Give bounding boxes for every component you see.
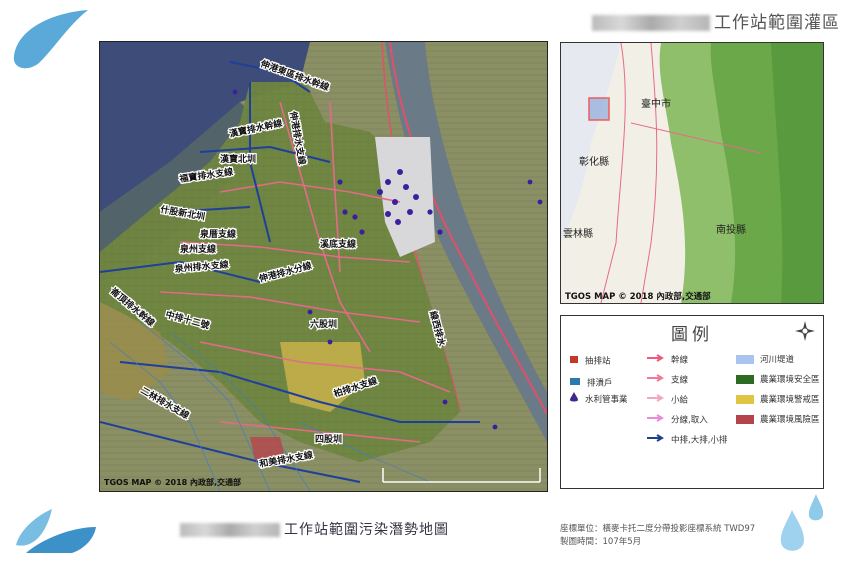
map-title: 工作站範圍污染潛勢地圖 — [180, 519, 449, 539]
redacted-name — [180, 523, 280, 537]
legend-panel: 圖例 抽排站 排潰戶 水利管事業 幹線 支線 小給 分線,取入 中排,大排,小排… — [560, 315, 824, 489]
legend-item-drop: 水利管事業 — [569, 392, 628, 407]
legend-title: 圖例 — [671, 325, 713, 345]
map-label: 漢寶北圳 — [220, 153, 256, 165]
redacted-name — [592, 15, 710, 31]
map-label: 六股圳 — [310, 318, 337, 330]
droplet-decoration-bottom-left — [16, 509, 96, 553]
legend-item-pump: 抽排站 — [569, 354, 611, 368]
swatch — [736, 395, 754, 404]
pump-station-icon — [569, 354, 579, 368]
arrow-icon — [647, 354, 665, 366]
map-copyright: TGOS MAP © 2018 內政部,交通部 — [565, 291, 711, 302]
legend-item-drain: 排潰戶 — [569, 376, 613, 390]
drain-household-icon — [569, 376, 581, 390]
map-label: 溪底支線 — [320, 238, 356, 250]
map-label: 泉厝支線 — [199, 228, 236, 240]
place-label: 南投縣 — [716, 223, 746, 236]
droplet-decoration-bottom-right — [780, 494, 824, 551]
legend-item-river: 河川堤道 — [736, 354, 794, 366]
arrow-icon — [647, 374, 665, 386]
map-label: 四股圳 — [315, 433, 342, 445]
legend-item-small: 小給 — [647, 394, 688, 406]
locator-map-canvas: 臺中市 彰化縣 南投縣 雲林縣 TGOS MAP © 2018 內政部,交通部 — [561, 43, 823, 303]
legend-item-branch: 支線 — [647, 374, 688, 386]
page-title: 工作站範圍灌區 — [560, 8, 840, 33]
swatch — [736, 375, 754, 384]
locator-map[interactable]: 臺中市 彰化縣 南投縣 雲林縣 TGOS MAP © 2018 內政部,交通部 — [560, 42, 824, 304]
legend-item-safe: 農業環境安全區 — [736, 374, 820, 386]
date-note: 製圖時間：107年5月 — [560, 537, 642, 547]
legend-item-warning: 農業環境警戒區 — [736, 394, 820, 406]
main-map-canvas: 伸港東區排水幹線 伸港排水支線 漢寶排水幹線 漢寶北圳 福寶排水支線 什股新北圳… — [100, 42, 547, 491]
north-arrow-icon — [795, 321, 815, 341]
place-label: 彰化縣 — [579, 155, 609, 168]
legend-item-main-canal: 幹線 — [647, 354, 688, 366]
main-map[interactable]: 伸港東區排水幹線 伸港排水支線 漢寶排水幹線 漢寶北圳 福寶排水支線 什股新北圳… — [99, 41, 548, 492]
arrow-icon — [647, 414, 665, 426]
map-label: 泉州支線 — [179, 243, 216, 255]
legend-item-risk: 農業環境風險區 — [736, 414, 820, 426]
arrow-icon — [647, 394, 665, 406]
water-drop-icon — [569, 392, 579, 407]
legend-item-split: 分線,取入 — [647, 414, 708, 426]
coordinate-note: 座標單位：橫麥卡托二度分帶投影座標系統 TWD97 — [560, 524, 756, 534]
droplet-decoration-top-left — [13, 10, 89, 69]
swatch — [736, 415, 754, 424]
legend-item-drainage: 中排,大排,小排 — [647, 434, 727, 446]
swatch — [736, 355, 754, 364]
place-label: 臺中市 — [641, 97, 671, 110]
place-label: 雲林縣 — [563, 227, 593, 240]
arrow-icon — [647, 434, 665, 446]
map-copyright: TGOS MAP © 2018 內政部,交通部 — [104, 477, 241, 487]
